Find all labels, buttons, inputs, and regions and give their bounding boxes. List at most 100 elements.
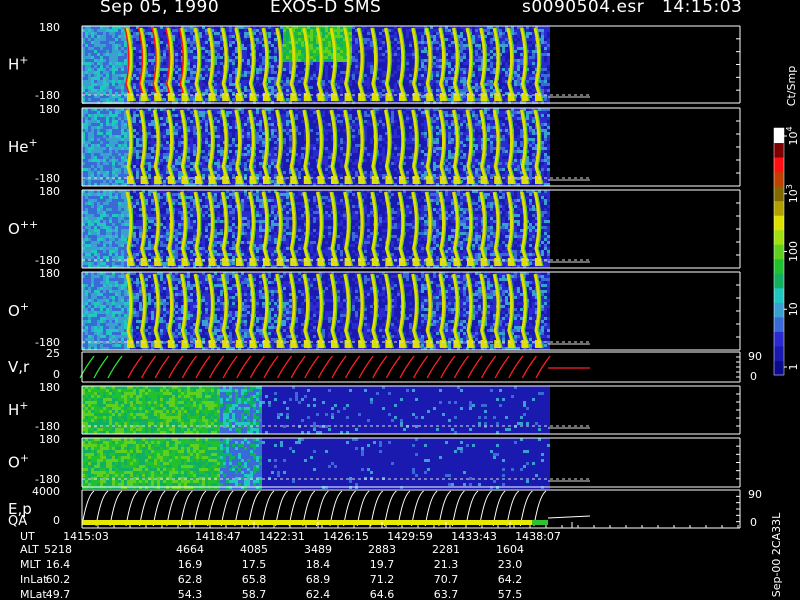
spectrogram-cell xyxy=(367,47,370,50)
spectrogram-cell xyxy=(160,153,163,156)
spectrogram-cell xyxy=(148,71,151,74)
spectrogram-cell xyxy=(343,50,346,53)
spectrogram-cell xyxy=(112,68,115,71)
spectrogram-cell xyxy=(268,86,271,89)
spectrogram-cell xyxy=(163,162,166,165)
spectrogram-cell xyxy=(106,44,109,47)
spectrogram-cell xyxy=(328,53,331,56)
spectrogram-cell xyxy=(151,129,154,132)
spectrogram-cell xyxy=(514,53,517,56)
spectrogram-cell xyxy=(340,65,343,68)
spectrogram-cell xyxy=(409,56,412,59)
spectrogram-cell xyxy=(106,162,109,165)
spectrogram-cell xyxy=(94,68,97,71)
spectrogram-cell xyxy=(229,83,232,86)
spectrogram-cell xyxy=(103,165,106,168)
spectrogram-cell xyxy=(472,32,475,35)
spectrogram-cell xyxy=(262,56,265,59)
spectrogram-cell xyxy=(136,180,139,183)
spectrogram-cell xyxy=(301,98,304,101)
spectrogram-cell xyxy=(463,92,466,95)
spectrogram-cell xyxy=(118,74,121,77)
spectrogram-cell xyxy=(448,80,451,83)
spectrogram-cell xyxy=(133,147,136,150)
spectrogram-cell xyxy=(88,120,91,123)
spectrogram-cell xyxy=(463,41,466,44)
spectrogram-cell xyxy=(193,59,196,62)
spectrogram-cell xyxy=(340,32,343,35)
spectrogram-cell xyxy=(94,77,97,80)
spectrogram-cell xyxy=(463,71,466,74)
spectrogram-cell xyxy=(286,74,289,77)
spectrogram-cell xyxy=(109,59,112,62)
spectrogram-cell xyxy=(247,89,250,92)
spectrogram-cell xyxy=(409,80,412,83)
spectrogram-cell xyxy=(124,180,127,183)
spectrogram-cell xyxy=(175,168,178,171)
spectrogram-cell xyxy=(163,98,166,101)
spectrogram-cell xyxy=(178,44,181,47)
spectrogram-cell xyxy=(355,71,358,74)
spectrogram-cell xyxy=(121,171,124,174)
spectrogram-cell xyxy=(268,29,271,32)
spectrogram-cell xyxy=(499,86,502,89)
spectrogram-cell xyxy=(310,29,313,32)
spectrogram-cell xyxy=(310,65,313,68)
spectrogram-cell xyxy=(91,50,94,53)
spectrogram-cell xyxy=(532,41,535,44)
spectrogram-cell xyxy=(217,80,220,83)
spectrogram-cell xyxy=(364,74,367,77)
spectrogram-cell xyxy=(262,65,265,68)
spectrogram-cell xyxy=(94,129,97,132)
spectrogram-cell xyxy=(187,74,190,77)
spectrogram-cell xyxy=(328,71,331,74)
spectrogram-cell xyxy=(190,98,193,101)
spectrogram-cell xyxy=(106,138,109,141)
spectrogram-cell xyxy=(445,29,448,32)
spectrogram-cell xyxy=(502,50,505,53)
spectrogram-cell xyxy=(121,32,124,35)
spectrogram-cell xyxy=(88,47,91,50)
spectrogram-cell xyxy=(160,126,163,129)
spectrogram-cell xyxy=(109,144,112,147)
spectrogram-cell xyxy=(88,174,91,177)
spectrogram-cell xyxy=(94,174,97,177)
spectrogram-cell xyxy=(148,120,151,123)
spectrogram-cell xyxy=(163,65,166,68)
spectrogram-cell xyxy=(487,44,490,47)
spectrogram-cell xyxy=(448,41,451,44)
spectrogram-cell xyxy=(121,153,124,156)
spectrogram-cell xyxy=(448,77,451,80)
spectrogram-cell xyxy=(160,71,163,74)
spectrogram-cell xyxy=(406,53,409,56)
spectrogram-cell xyxy=(502,44,505,47)
spectrogram-cell xyxy=(448,83,451,86)
spectrogram-cell xyxy=(301,71,304,74)
spectrogram-cell xyxy=(406,68,409,71)
spectrogram-cell xyxy=(172,83,175,86)
spectrogram-cell xyxy=(301,53,304,56)
spectrogram-cell xyxy=(340,77,343,80)
spectrogram-cell xyxy=(283,38,286,41)
spectrogram-cell xyxy=(88,156,91,159)
spectrogram-cell xyxy=(163,44,166,47)
spectrogram-cell xyxy=(187,86,190,89)
spectrogram-cell xyxy=(271,41,274,44)
spectrogram-cell xyxy=(85,92,88,95)
spectrogram-cell xyxy=(151,44,154,47)
sweep-foot xyxy=(208,93,215,101)
spectrogram-cell xyxy=(412,56,415,59)
spectrogram-cell xyxy=(115,92,118,95)
spectrogram-cell xyxy=(175,80,178,83)
spectrogram-cell xyxy=(340,35,343,38)
spectrogram-cell xyxy=(121,126,124,129)
spectrogram-cell xyxy=(160,123,163,126)
spectrogram-cell xyxy=(121,41,124,44)
spectrogram-cell xyxy=(103,56,106,59)
spectrogram-cell xyxy=(247,77,250,80)
spectrogram-cell xyxy=(436,56,439,59)
spectrogram-cell xyxy=(118,62,121,65)
spectrogram-cell xyxy=(109,44,112,47)
spectrogram-cell xyxy=(232,71,235,74)
spectrogram-cell xyxy=(406,65,409,68)
